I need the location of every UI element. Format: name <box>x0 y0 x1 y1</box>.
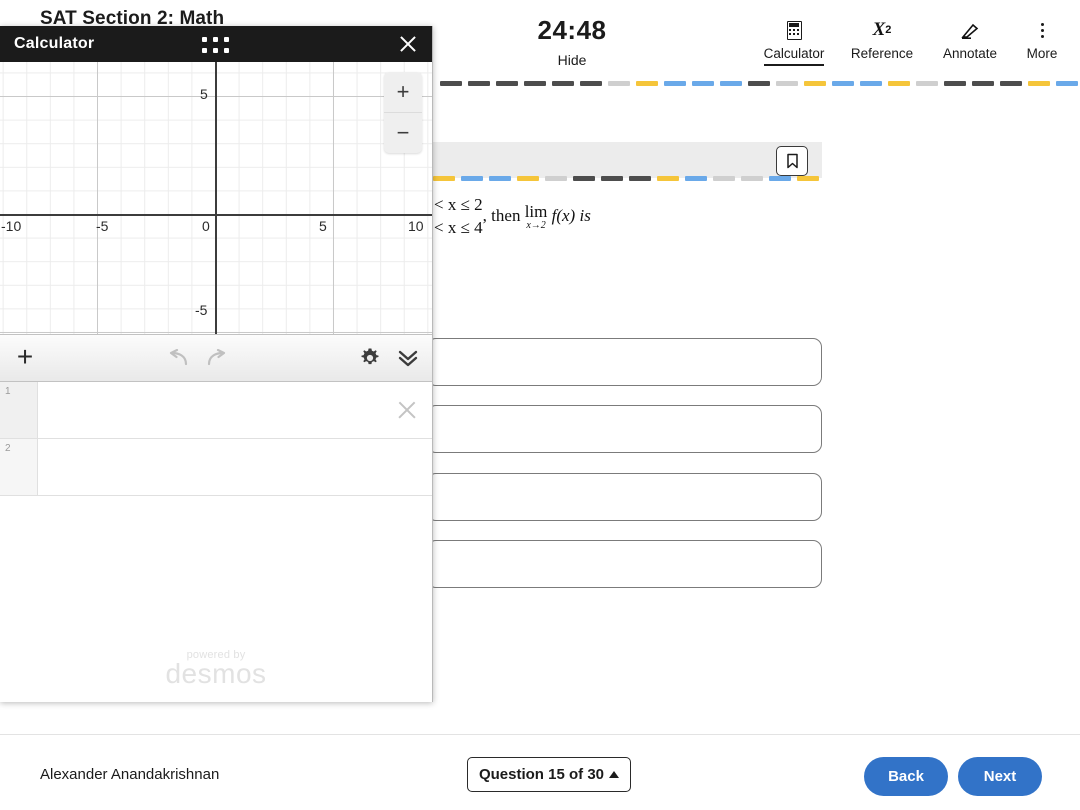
progress-lower-dash-4[interactable] <box>517 176 539 181</box>
answer-choice-a[interactable] <box>427 338 822 386</box>
top-toolbar: 24:48 Hide Calculator X2 Reference <box>432 0 1080 76</box>
progress-lower-dash-11[interactable] <box>713 176 735 181</box>
limit-main: lim <box>525 203 548 220</box>
desmos-logo: powered by desmos <box>0 649 432 690</box>
tab-reference[interactable]: X2 Reference <box>838 18 926 64</box>
expression-row-2-index: 2 <box>0 439 38 495</box>
drag-dots-icon[interactable] <box>202 37 229 53</box>
clear-expression-1-icon[interactable] <box>396 399 418 421</box>
progress-lower-dash-10[interactable] <box>685 176 707 181</box>
progress-lower-dash-3[interactable] <box>489 176 511 181</box>
expression-row-1[interactable]: 1 <box>0 382 432 439</box>
gear-icon[interactable] <box>358 347 382 369</box>
tab-more[interactable]: More <box>1014 18 1070 64</box>
add-expression-button[interactable]: + <box>12 344 38 370</box>
tab-annotate[interactable]: Annotate <box>926 18 1014 64</box>
answer-choice-b[interactable] <box>427 405 822 453</box>
graph-zoom-controls: + − <box>384 72 422 153</box>
question-panel: < x ≤ 2 < x ≤ 4 , then lim x→2 f(x) is <box>432 86 1080 686</box>
progress-lower-dash-13[interactable] <box>769 176 791 181</box>
calculator-expression-toolbar: + <box>0 334 432 382</box>
progress-lower-dash-14[interactable] <box>797 176 819 181</box>
tab-calculator-label: Calculator <box>764 46 825 66</box>
y-tick-5: 5 <box>200 86 208 102</box>
tab-annotate-label: Annotate <box>943 46 997 64</box>
app-root: SAT Section 2: Math 24:48 Hide Calculato… <box>0 0 1080 810</box>
answer-choice-d[interactable] <box>427 540 822 588</box>
x-tick--5: -5 <box>96 218 108 234</box>
tab-more-label: More <box>1027 46 1058 64</box>
limit-operator: lim x→2 <box>525 203 548 231</box>
caret-up-icon <box>609 771 619 778</box>
expression-row-1-index: 1 <box>0 382 38 438</box>
progress-lower-dash-12[interactable] <box>741 176 763 181</box>
progress-lower-dash-5[interactable] <box>545 176 567 181</box>
desmos-wordmark: desmos <box>0 658 432 690</box>
progress-lower-dash-9[interactable] <box>657 176 679 181</box>
answer-choice-c[interactable] <box>427 473 822 521</box>
zoom-out-button[interactable]: − <box>384 113 422 153</box>
calculator-icon <box>750 18 838 42</box>
question-stem: < x ≤ 2 < x ≤ 4 , then lim x→2 f(x) is <box>434 194 854 240</box>
question-stem-tail-prefix: , then <box>483 206 521 225</box>
calculator-title: Calculator <box>14 35 94 53</box>
double-chevron-down-icon[interactable] <box>396 347 420 369</box>
calculator-graph[interactable]: -10 -5 0 5 10 5 -5 + − <box>0 62 432 334</box>
calculator-window: Calculator -10 -5 0 5 10 5 -5 + − + <box>0 26 433 702</box>
calculator-expression-list: 1 2 powered by desmos <box>0 382 432 702</box>
x-squared-icon: X2 <box>838 18 926 42</box>
question-stem-line1: < x ≤ 2 <box>434 194 483 217</box>
desmos-powered-by-label: powered by <box>0 649 432 661</box>
vertical-dots-icon <box>1014 18 1070 42</box>
highlighter-pen-icon <box>926 18 1014 42</box>
progress-lower-dash-7[interactable] <box>601 176 623 181</box>
undo-arrow-icon[interactable] <box>166 347 190 369</box>
question-stem-line2: < x ≤ 4 <box>434 217 483 240</box>
progress-strip-lower <box>433 176 821 181</box>
x-tick-5: 5 <box>319 218 327 234</box>
x-tick-10: 10 <box>408 218 424 234</box>
student-name: Alexander Anandakrishnan <box>40 766 219 783</box>
close-icon[interactable] <box>396 32 420 56</box>
limit-subscript: x→2 <box>526 221 545 231</box>
calculator-titlebar: Calculator <box>0 26 432 62</box>
timer-block: 24:48 Hide <box>507 15 637 68</box>
next-button-label: Next <box>984 768 1017 785</box>
y-tick--5: -5 <box>195 302 207 318</box>
redo-arrow-icon[interactable] <box>205 347 229 369</box>
x-tick--10: -10 <box>1 218 21 234</box>
tab-calculator[interactable]: Calculator <box>750 18 838 66</box>
question-nav-label: Question 15 of 30 <box>479 766 604 783</box>
tool-buttons: Calculator X2 Reference Annota <box>750 18 1070 66</box>
graph-y-axis <box>215 62 217 334</box>
back-button[interactable]: Back <box>864 757 948 796</box>
timer-hide-button[interactable]: Hide <box>507 52 637 68</box>
progress-lower-dash-8[interactable] <box>629 176 651 181</box>
tab-reference-label: Reference <box>851 46 913 64</box>
question-stem-tail-suffix: f(x) is <box>552 206 591 225</box>
progress-lower-dash-6[interactable] <box>573 176 595 181</box>
expression-row-2[interactable]: 2 <box>0 439 432 496</box>
x-tick-0: 0 <box>202 218 210 234</box>
next-button[interactable]: Next <box>958 757 1042 796</box>
bookmark-icon[interactable] <box>776 146 808 176</box>
question-stem-piecewise: < x ≤ 2 < x ≤ 4 <box>434 194 483 240</box>
progress-lower-dash-2[interactable] <box>461 176 483 181</box>
question-header-bar <box>432 142 822 178</box>
zoom-in-button[interactable]: + <box>384 72 422 113</box>
timer-value: 24:48 <box>507 15 637 46</box>
progress-lower-dash-1[interactable] <box>433 176 455 181</box>
question-nav-button[interactable]: Question 15 of 30 <box>467 757 631 792</box>
back-button-label: Back <box>888 768 924 785</box>
